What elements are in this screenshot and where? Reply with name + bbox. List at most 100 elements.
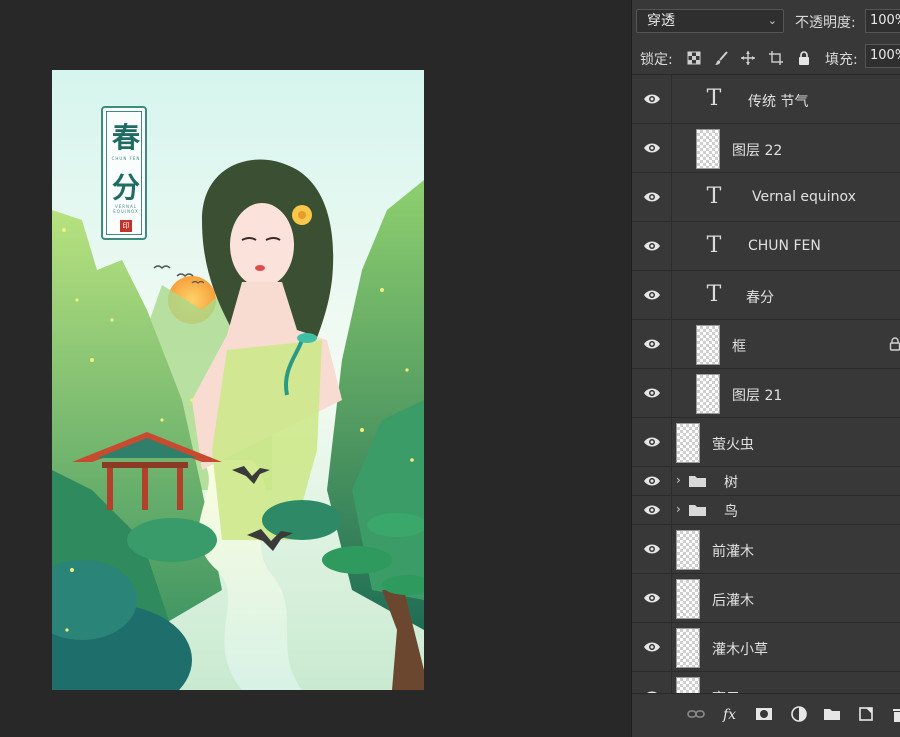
document-canvas[interactable]: 春 CHUN FEN 分 VERNAL EQUINOX 印 bbox=[52, 70, 424, 690]
layer-row[interactable]: T 春分 bbox=[632, 271, 900, 320]
visibility-eye-icon[interactable] bbox=[643, 387, 661, 399]
layers-list: T 传统 节气 图层 22 T Vernal equinox T CHUN FE… bbox=[632, 75, 900, 721]
layer-name: 框 bbox=[732, 339, 746, 355]
layer-thumbnail bbox=[676, 530, 700, 570]
text-layer-icon: T bbox=[706, 86, 722, 111]
title-frame: 春 CHUN FEN 分 VERNAL EQUINOX 印 bbox=[101, 106, 147, 240]
layer-thumbnail bbox=[696, 374, 720, 414]
title-seal: 印 bbox=[120, 220, 132, 232]
lock-label: 锁定: bbox=[640, 52, 673, 68]
layer-group-row[interactable]: › 树 bbox=[632, 467, 900, 496]
layer-row[interactable]: T CHUN FEN bbox=[632, 222, 900, 271]
divider bbox=[671, 467, 672, 495]
divider bbox=[671, 574, 672, 622]
layer-row[interactable]: 框 bbox=[632, 320, 900, 369]
visibility-eye-icon[interactable] bbox=[643, 475, 661, 487]
divider bbox=[671, 525, 672, 573]
layer-thumbnail bbox=[696, 325, 720, 365]
layer-name: Vernal equinox bbox=[752, 189, 856, 205]
divider bbox=[671, 173, 672, 221]
layer-row[interactable]: 后灌木 bbox=[632, 574, 900, 623]
divider bbox=[671, 623, 672, 671]
lock-row: 锁定: 填充: bbox=[632, 42, 900, 75]
layer-row[interactable]: 灌木小草 bbox=[632, 623, 900, 672]
layer-name: 春分 bbox=[746, 290, 774, 306]
blend-mode-value: 穿透 bbox=[647, 13, 675, 29]
folder-icon bbox=[689, 505, 706, 516]
text-layer-icon: T bbox=[706, 184, 722, 209]
title-subtitle-1: CHUN FEN bbox=[111, 156, 141, 161]
layer-thumbnail bbox=[676, 423, 700, 463]
visibility-eye-icon[interactable] bbox=[643, 592, 661, 604]
layer-name: 鸟 bbox=[724, 504, 738, 520]
title-char-chun: 春 bbox=[111, 121, 140, 154]
divider bbox=[671, 496, 672, 524]
folder-icon[interactable] bbox=[822, 704, 842, 724]
layer-row[interactable]: 图层 22 bbox=[632, 124, 900, 173]
text-layer-icon: T bbox=[706, 282, 722, 307]
lock-icon[interactable] bbox=[796, 50, 812, 66]
trash-icon[interactable] bbox=[889, 704, 900, 724]
divider bbox=[671, 271, 672, 319]
divider bbox=[671, 124, 672, 172]
layer-name: 图层 22 bbox=[732, 143, 783, 159]
artboard-icon[interactable] bbox=[768, 50, 784, 66]
layer-name: 图层 21 bbox=[732, 388, 783, 404]
chevron-right-icon[interactable]: › bbox=[676, 473, 681, 487]
visibility-eye-icon[interactable] bbox=[643, 436, 661, 448]
layer-name: 萤火虫 bbox=[712, 437, 754, 453]
visibility-eye-icon[interactable] bbox=[643, 289, 661, 301]
layer-row[interactable]: T Vernal equinox bbox=[632, 173, 900, 222]
new-layer-icon[interactable] bbox=[856, 704, 876, 724]
blend-mode-select[interactable]: 穿透 ⌄ bbox=[636, 9, 784, 33]
fill-label: 填充: bbox=[825, 52, 858, 68]
fill-field[interactable]: 100% bbox=[865, 44, 900, 68]
lock-icon bbox=[889, 337, 900, 351]
layer-row[interactable]: 前灌木 bbox=[632, 525, 900, 574]
chevron-right-icon[interactable]: › bbox=[676, 502, 681, 516]
folder-icon bbox=[689, 476, 706, 487]
visibility-eye-icon[interactable] bbox=[643, 338, 661, 350]
visibility-eye-icon[interactable] bbox=[643, 240, 661, 252]
visibility-eye-icon[interactable] bbox=[643, 93, 661, 105]
divider bbox=[671, 75, 672, 123]
mask-icon[interactable] bbox=[754, 704, 774, 724]
move-icon[interactable] bbox=[740, 50, 756, 66]
layer-name: 前灌木 bbox=[712, 544, 754, 560]
layer-row[interactable]: 图层 21 bbox=[632, 369, 900, 418]
layer-row[interactable]: T 传统 节气 bbox=[632, 75, 900, 124]
layers-panel-footer: fx bbox=[632, 693, 900, 737]
layer-name: 树 bbox=[724, 475, 738, 491]
divider bbox=[671, 418, 672, 466]
chevron-down-icon: ⌄ bbox=[767, 14, 777, 27]
layer-name: 灌木小草 bbox=[712, 642, 768, 658]
svg-text:fx: fx bbox=[722, 707, 736, 723]
visibility-eye-icon[interactable] bbox=[643, 191, 661, 203]
layer-name: 后灌木 bbox=[712, 593, 754, 609]
blend-row: 穿透 ⌄ 不透明度: 100% bbox=[632, 0, 900, 42]
visibility-eye-icon[interactable] bbox=[643, 142, 661, 154]
text-layer-icon: T bbox=[706, 233, 722, 258]
layers-panel: 穿透 ⌄ 不透明度: 100% 锁定: bbox=[631, 0, 900, 737]
visibility-eye-icon[interactable] bbox=[643, 504, 661, 516]
layer-thumbnail bbox=[676, 579, 700, 619]
opacity-field[interactable]: 100% bbox=[865, 9, 900, 33]
layer-thumbnail bbox=[696, 129, 720, 169]
opacity-label: 不透明度: bbox=[795, 15, 856, 31]
brush-icon[interactable] bbox=[714, 50, 730, 66]
layer-name: 传统 节气 bbox=[748, 94, 809, 110]
link-icon[interactable] bbox=[686, 704, 706, 724]
divider bbox=[671, 222, 672, 270]
title-char-fen: 分 bbox=[111, 171, 140, 204]
lock-transparent-pixels-icon[interactable] bbox=[686, 50, 702, 66]
divider bbox=[671, 320, 672, 368]
layer-name: CHUN FEN bbox=[748, 238, 821, 254]
visibility-eye-icon[interactable] bbox=[643, 641, 661, 653]
fx-icon[interactable]: fx bbox=[721, 704, 741, 724]
layer-thumbnail bbox=[676, 628, 700, 668]
adjustment-icon[interactable] bbox=[789, 704, 809, 724]
divider bbox=[671, 369, 672, 417]
visibility-eye-icon[interactable] bbox=[643, 543, 661, 555]
layer-group-row[interactable]: › 鸟 bbox=[632, 496, 900, 525]
layer-row[interactable]: 萤火虫 bbox=[632, 418, 900, 467]
